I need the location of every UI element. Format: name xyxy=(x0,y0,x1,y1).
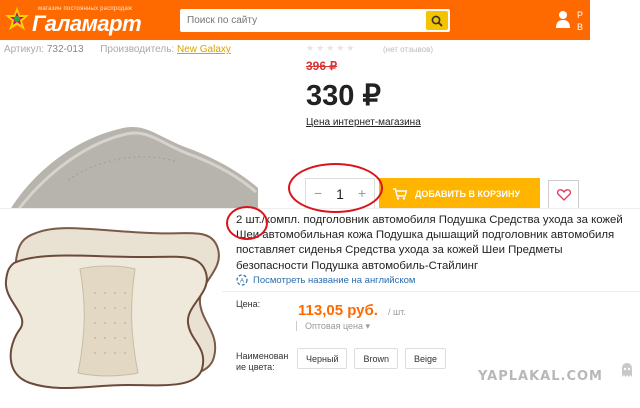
product-image-pillow xyxy=(10,127,258,210)
listing-price: 113,05 руб. xyxy=(298,302,378,319)
logo[interactable]: магазин постоянных распродаж Галамарт xyxy=(4,2,164,38)
price-label-link[interactable]: Цена интернет-магазина xyxy=(306,117,421,128)
wholesale-separator xyxy=(296,321,297,331)
listing-price-unit: / шт. xyxy=(388,307,406,317)
user-line-2: В xyxy=(577,22,584,32)
color-options: Черный Brown Beige xyxy=(297,348,453,369)
page: магазин постоянных распродаж Галамарт Р … xyxy=(0,0,640,408)
site-header: магазин постоянных распродаж Галамарт Р … xyxy=(0,0,590,40)
article-value: 732-013 xyxy=(46,44,84,55)
add-to-cart-button[interactable]: ДОБАВИТЬ В КОРЗИНУ xyxy=(379,178,540,210)
cart-icon xyxy=(393,188,407,200)
translate-icon: A xyxy=(236,274,248,286)
color-option-black[interactable]: Черный xyxy=(297,348,348,369)
annotation-circle-title-count xyxy=(226,206,268,240)
listing-price-label: Цена: xyxy=(236,299,261,309)
logo-text: Галамарт xyxy=(32,11,142,36)
search-button[interactable] xyxy=(426,11,448,30)
wholesale-price-toggle[interactable]: Оптовая цена ▾ xyxy=(296,321,370,332)
annotation-circle-quantity xyxy=(288,163,383,213)
search-icon xyxy=(431,15,443,27)
wholesale-label: Оптовая цена ▾ xyxy=(305,321,371,331)
user-line-1: Р xyxy=(577,10,584,20)
logo-star-icon xyxy=(5,7,29,30)
user-menu-text[interactable]: Р В xyxy=(577,9,583,33)
manufacturer-label: Производитель: xyxy=(100,44,175,55)
color-label-line-2: ие цвета: xyxy=(236,362,275,372)
watermark: YAPLAKAL.COM xyxy=(478,369,603,384)
color-label: Наименован ие цвета: xyxy=(236,351,288,373)
old-price: 396 ₽ xyxy=(306,59,337,73)
add-to-cart-label: ДОБАВИТЬ В КОРЗИНУ xyxy=(415,189,521,199)
translate-label: Посмотреть название на английском xyxy=(253,274,416,286)
translate-title-link[interactable]: A Посмотреть название на английском xyxy=(236,274,415,286)
search-input[interactable] xyxy=(180,9,426,32)
listing-title: 2 шт./компл. подголовник автомобиля Поду… xyxy=(236,214,623,272)
color-label-line-1: Наименован xyxy=(236,351,289,361)
reviews-count: (нет отзывов) xyxy=(383,45,434,54)
product-meta: Артикул: 732-013 Производитель: New Gala… xyxy=(4,44,231,55)
search-box xyxy=(180,9,450,32)
product-image-neck-pillows xyxy=(4,227,220,390)
manufacturer-link[interactable]: New Galaxy xyxy=(177,44,231,55)
ghost-icon xyxy=(622,363,632,377)
current-price: 330 ₽ xyxy=(306,80,381,112)
rating-stars[interactable]: ★★★★★ xyxy=(306,43,356,54)
user-icon[interactable] xyxy=(556,10,570,28)
divider xyxy=(222,291,640,292)
favorite-button[interactable] xyxy=(548,180,579,210)
svg-text:A: A xyxy=(240,279,244,285)
heart-icon xyxy=(556,189,571,201)
article-label: Артикул: xyxy=(4,44,45,55)
color-option-brown[interactable]: Brown xyxy=(354,348,398,369)
color-option-beige[interactable]: Beige xyxy=(405,348,447,369)
